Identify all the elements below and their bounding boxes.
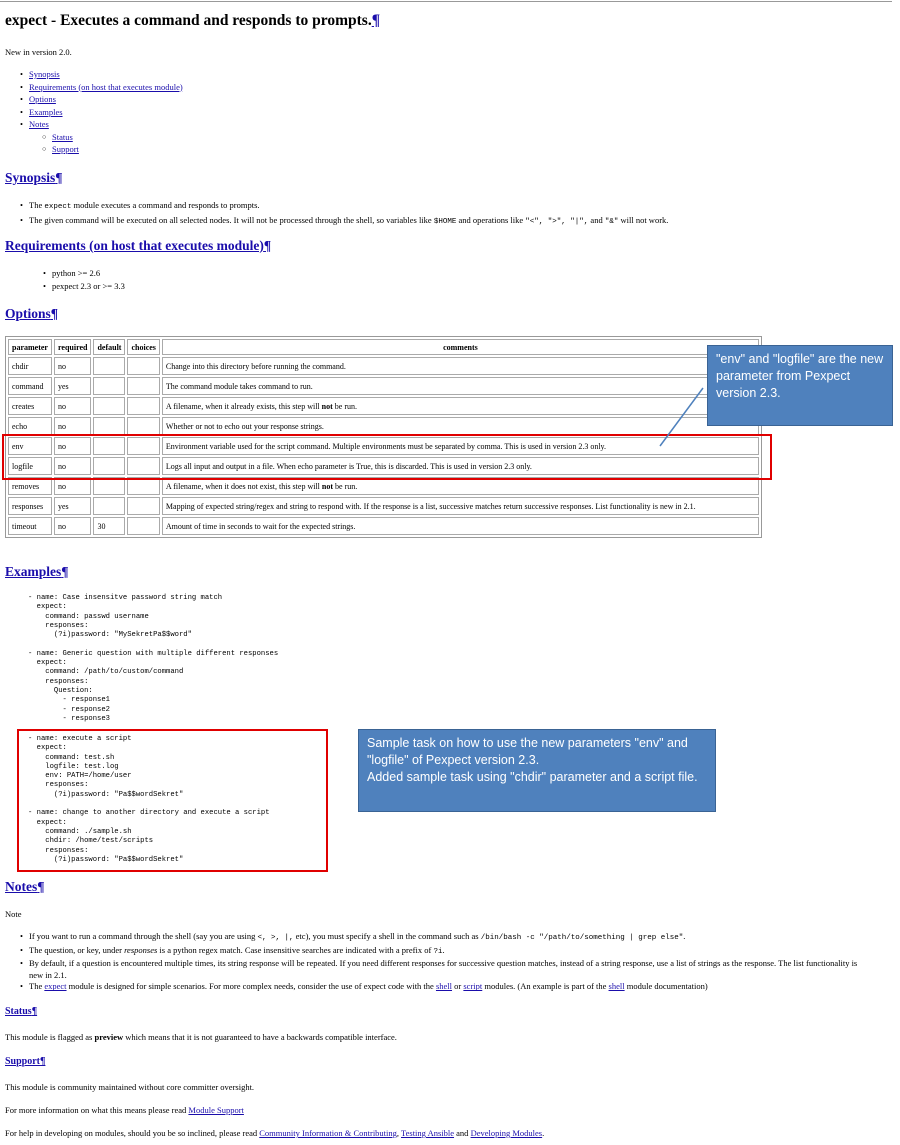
module-support-link[interactable]: Module Support [188,1105,244,1115]
notes-label: Note [5,909,22,919]
support-info-text: For more information on what this means … [5,1105,244,1115]
script-module-link[interactable]: script [463,981,482,991]
notes-heading: Notes¶ [5,879,45,895]
status-link[interactable]: Status¶ [5,1006,37,1017]
notes-link[interactable]: Notes¶ [5,879,45,894]
status-text: This module is flagged as preview which … [5,1032,397,1042]
callout-new-parameters: "env" and "logfile" are the new paramete… [707,345,893,426]
support-link[interactable]: Support¶ [5,1056,45,1067]
support-heading: Support¶ [5,1056,45,1067]
support-help-text: For help in developing on modules, shoul… [5,1128,545,1138]
list-item: The expect module is designed for simple… [20,981,868,993]
examples-link[interactable]: Examples¶ [5,564,69,579]
status-heading: Status¶ [5,1006,37,1017]
callout-sample-task: Sample task on how to use the new parame… [358,729,716,812]
list-item: By default, if a question is encountered… [20,958,868,981]
shell-module-link[interactable]: shell [436,981,452,991]
developing-modules-link[interactable]: Developing Modules [471,1128,543,1138]
support-text: This module is community maintained with… [5,1082,255,1092]
testing-ansible-link[interactable]: Testing Ansible [401,1128,454,1138]
example-code-block-1: - name: Case insensitve password string … [28,594,279,723]
list-item: If you want to run a command through the… [20,931,868,945]
list-item: The question, or key, under responses is… [20,945,868,959]
notes-list: If you want to run a command through the… [20,931,868,993]
community-info-link[interactable]: Community Information & Contributing [259,1128,397,1138]
shell-doc-link[interactable]: shell [609,981,625,991]
example-code-block-2: - name: execute a script expect: command… [28,735,270,864]
expect-module-link[interactable]: expect [44,981,66,991]
examples-heading: Examples¶ [5,564,69,580]
